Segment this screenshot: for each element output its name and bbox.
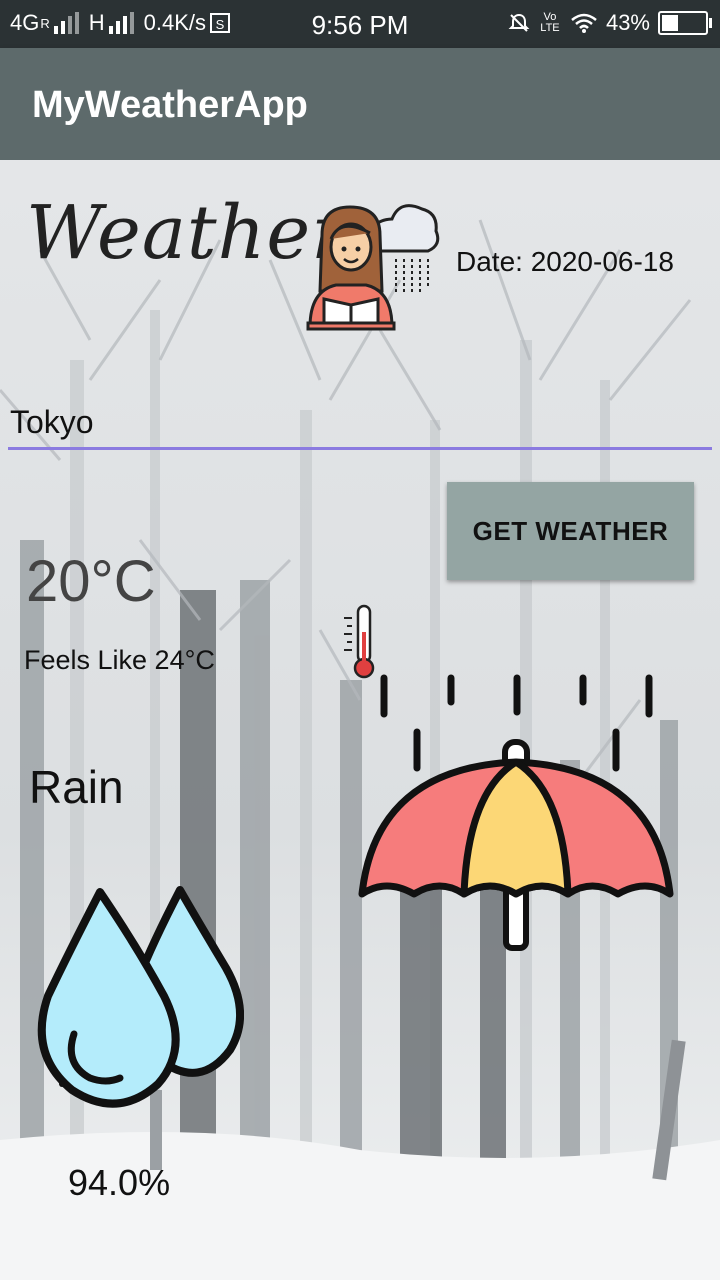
weather-condition: Rain xyxy=(29,761,124,813)
get-weather-button[interactable]: GET WEATHER xyxy=(447,482,694,580)
app-title: MyWeatherApp xyxy=(32,84,308,126)
city-input[interactable] xyxy=(8,398,712,450)
volte-icon: Vo LTE xyxy=(540,11,560,34)
girl-with-rain-cloud-icon xyxy=(306,204,440,331)
humidity-value: 94.0% xyxy=(68,1162,171,1203)
mute-icon xyxy=(508,13,530,32)
water-drops-icon xyxy=(37,886,244,1108)
thermometer-icon xyxy=(344,604,375,679)
umbrella-rain-icon xyxy=(358,674,674,951)
date-label: Date: 2020-06-18 xyxy=(456,246,674,277)
battery-fill xyxy=(662,15,678,31)
app-bar: MyWeatherApp xyxy=(0,48,720,160)
battery-percent: 43% xyxy=(605,10,650,35)
wifi-icon xyxy=(571,13,597,33)
status-bar-right: Vo LTE 43% xyxy=(508,10,712,36)
temperature-value: 20°C xyxy=(26,549,156,614)
feels-like-label: Feels Like 24°C xyxy=(24,645,215,675)
status-bar: 4G R H 0.4K/s S 9:56 PM Vo LTE 43% xyxy=(0,0,720,48)
battery-icon xyxy=(658,11,712,35)
